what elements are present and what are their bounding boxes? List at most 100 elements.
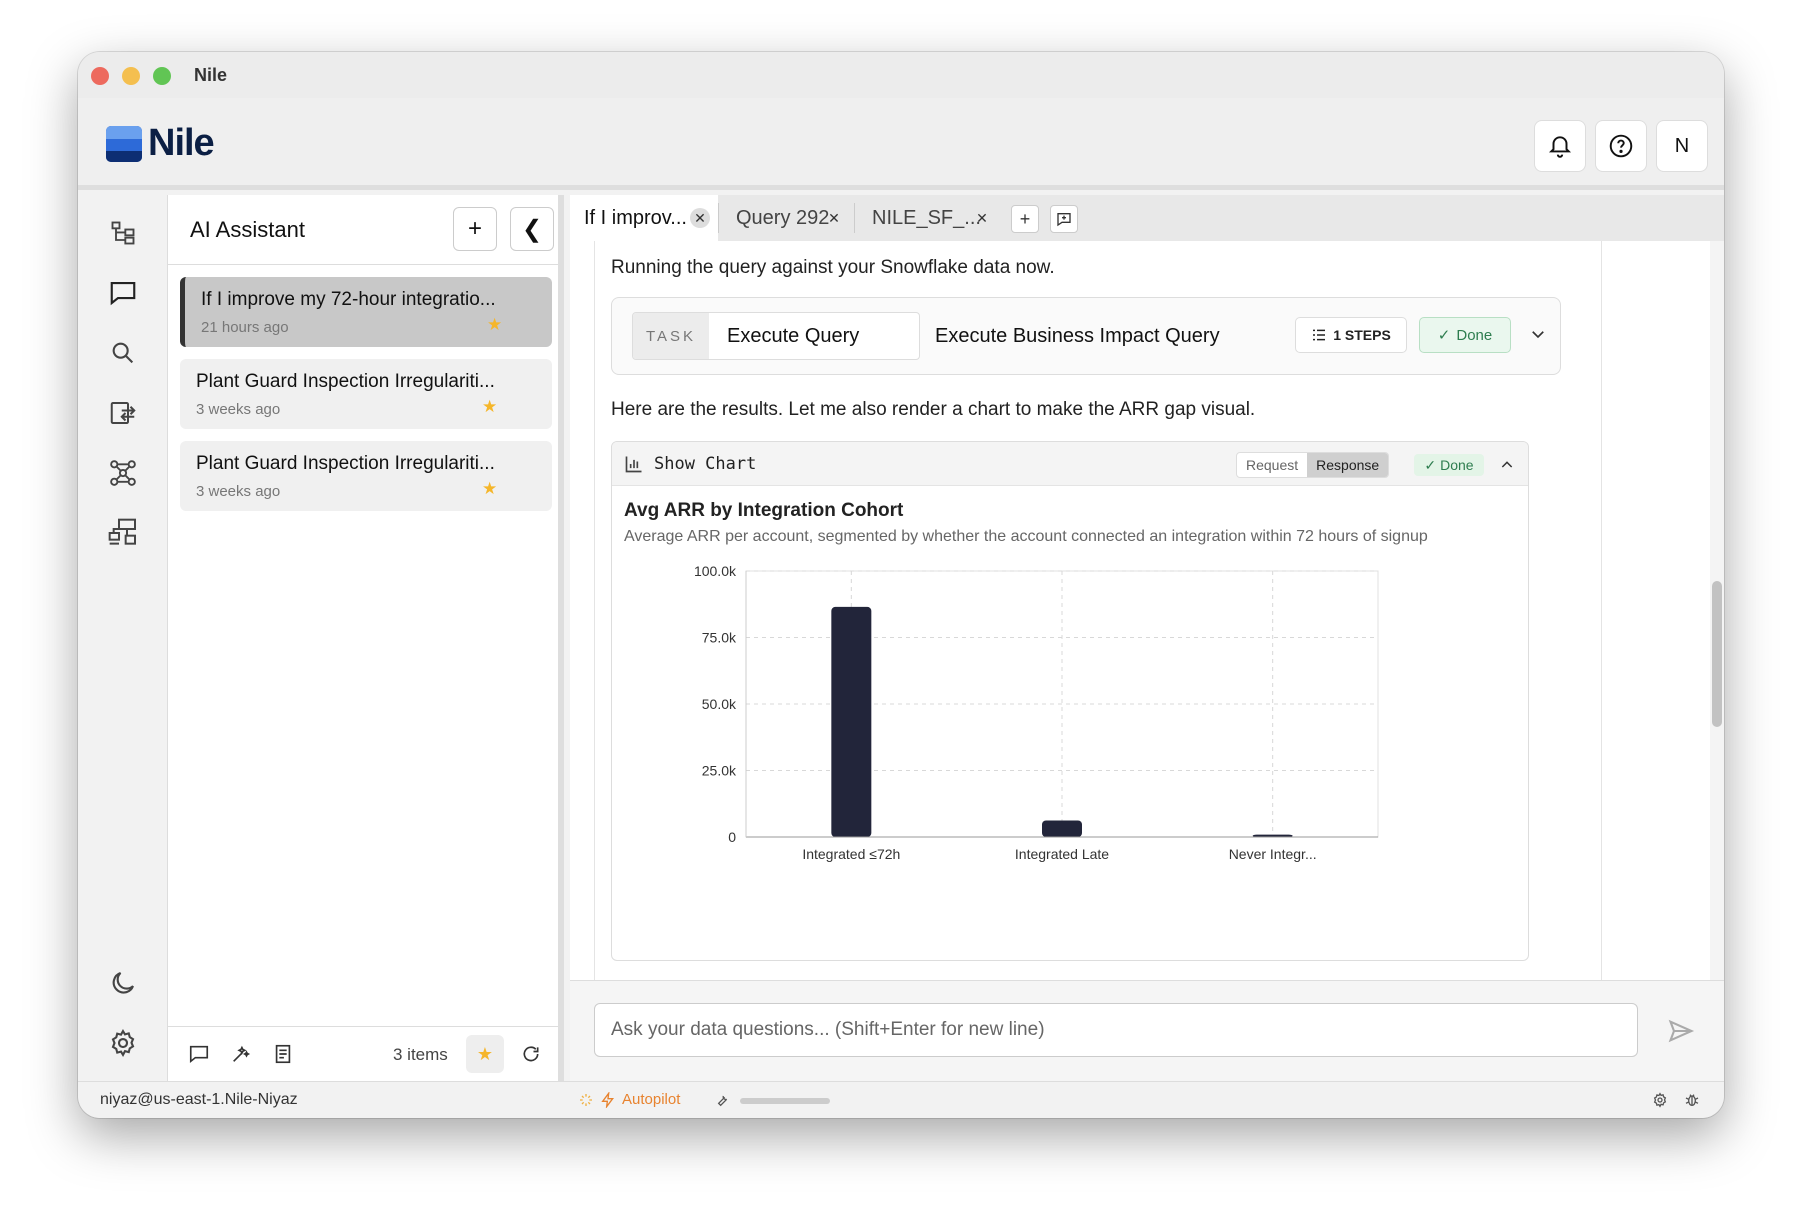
list-steps-icon <box>1313 329 1326 341</box>
scrollbar-thumb[interactable] <box>1712 581 1722 727</box>
send-button[interactable] <box>1659 1009 1703 1053</box>
bug-icon[interactable] <box>1684 1092 1700 1108</box>
notebook-icon[interactable] <box>270 1041 296 1067</box>
connection-user-host: niyaz@us-east-1.Nile-Niyaz <box>100 1091 298 1108</box>
chart-subtitle: Average ARR per account, segmented by wh… <box>624 528 1428 545</box>
response-tab[interactable]: Response <box>1307 453 1389 477</box>
sparkle-icon <box>580 1093 592 1106</box>
ai-assistant-panel: AI Assistant + ❮ If I improve my 72-hour… <box>168 195 564 1081</box>
autopilot-label: Autopilot <box>622 1091 681 1108</box>
expand-task-button[interactable] <box>1526 322 1550 346</box>
wrench-icon[interactable] <box>714 1092 730 1108</box>
conversation-title: Plant Guard Inspection Irregulariti... <box>196 453 495 474</box>
star-icon[interactable]: ★ <box>487 315 502 335</box>
y-tick-label: 0 <box>728 829 736 845</box>
network-graph-icon[interactable] <box>105 455 141 491</box>
task-label: TASK Execute Query <box>632 312 920 360</box>
conversation-time: 3 weeks ago <box>196 401 281 418</box>
help-button[interactable] <box>1595 120 1647 172</box>
user-avatar-button[interactable]: N <box>1656 120 1708 172</box>
zoom-window-button[interactable] <box>153 67 171 85</box>
status-label: Done <box>1440 457 1474 473</box>
steps-button[interactable]: 1 STEPS <box>1295 317 1407 353</box>
import-export-icon[interactable] <box>105 395 141 431</box>
minimize-window-button[interactable] <box>122 67 140 85</box>
collapse-chart-button[interactable] <box>1496 454 1518 476</box>
chat-filter-icon[interactable] <box>186 1041 212 1067</box>
x-tick-label: Integrated ≤72h <box>802 846 900 862</box>
sparkle-icon[interactable] <box>228 1041 254 1067</box>
star-icon: ★ <box>476 1043 494 1064</box>
close-window-button[interactable] <box>91 67 109 85</box>
request-response-toggle: Request Response <box>1236 452 1390 478</box>
lightning-icon <box>601 1091 614 1108</box>
notifications-button[interactable] <box>1534 120 1586 172</box>
tab-label: NILE_SF_... <box>872 206 981 229</box>
main-column: If I improv... ✕ Query 292 ✕ NILE_SF_...… <box>570 195 1724 1081</box>
starred-filter-button[interactable]: ★ <box>466 1035 504 1073</box>
close-tab-icon[interactable]: ✕ <box>824 208 844 228</box>
status-bar: niyaz@us-east-1.Nile-Niyaz Autopilot <box>78 1081 1724 1118</box>
chat-thread: Running the query against your Snowflake… <box>594 241 1602 980</box>
settings-small-icon[interactable] <box>1652 1092 1668 1108</box>
chat-input[interactable] <box>594 1003 1638 1057</box>
tab-divider <box>718 203 719 233</box>
refresh-icon[interactable] <box>518 1041 544 1067</box>
conversation-item[interactable]: If I improve my 72-hour integratio... 21… <box>180 277 552 347</box>
schema-tree-icon[interactable] <box>105 215 141 251</box>
collapse-panel-button[interactable]: ❮ <box>510 207 554 251</box>
title-bar: Nile <box>78 52 1724 98</box>
tab-conversation[interactable]: If I improv... ✕ <box>570 195 718 241</box>
conversation-time: 3 weeks ago <box>196 483 281 500</box>
app-window: Nile Nile N AI Assistant + ❮ If I improv… <box>78 52 1724 1118</box>
autopilot-toggle[interactable]: Autopilot <box>578 1091 680 1108</box>
star-icon[interactable]: ★ <box>482 479 497 499</box>
task-card: TASK Execute Query Execute Business Impa… <box>611 297 1561 375</box>
assistant-message: Here are the results. Let me also render… <box>611 399 1256 420</box>
x-tick-label: Integrated Late <box>1015 846 1109 862</box>
help-icon <box>1609 134 1633 158</box>
y-tick-label: 25.0k <box>702 763 737 779</box>
star-icon[interactable]: ★ <box>482 397 497 417</box>
new-tab-button[interactable]: + <box>1011 205 1039 233</box>
window-title: Nile <box>194 65 228 85</box>
bar <box>831 606 872 837</box>
tab-table[interactable]: NILE_SF_... ✕ <box>858 195 1004 241</box>
task-name: Execute Query <box>727 325 860 347</box>
tab-query[interactable]: Query 292 ✕ <box>722 195 848 241</box>
hierarchy-icon[interactable] <box>105 515 141 551</box>
conversation-item[interactable]: Plant Guard Inspection Irregulariti... 3… <box>180 359 552 429</box>
y-tick-label: 50.0k <box>702 696 737 712</box>
new-conversation-button[interactable]: + <box>453 207 497 251</box>
request-tab[interactable]: Request <box>1237 453 1307 477</box>
gear-icon[interactable] <box>105 1025 141 1061</box>
logo: Nile <box>106 122 215 165</box>
conversation-item[interactable]: Plant Guard Inspection Irregulariti... 3… <box>180 441 552 511</box>
task-tag: TASK <box>633 313 709 359</box>
y-tick-label: 100.0k <box>694 563 737 579</box>
chevron-down-icon <box>1532 331 1544 339</box>
moon-icon[interactable] <box>105 965 141 1001</box>
ai-panel-footer: 3 items ★ <box>168 1026 558 1081</box>
conversation-title: Plant Guard Inspection Irregulariti... <box>196 371 495 392</box>
chat-add-icon <box>1057 213 1071 227</box>
scrollbar[interactable] <box>1710 241 1724 980</box>
conversation-time: 21 hours ago <box>201 319 289 336</box>
chat-area: Running the query against your Snowflake… <box>570 241 1724 980</box>
bell-icon <box>1548 136 1572 158</box>
x-tick-label: Never Integr... <box>1229 846 1317 862</box>
tab-label: Query 292 <box>736 206 830 229</box>
ai-panel-title: AI Assistant <box>190 217 305 242</box>
logo-text: Nile <box>148 122 215 164</box>
new-chat-tab-button[interactable] <box>1050 205 1078 233</box>
items-count: 3 items <box>393 1045 448 1064</box>
logo-mark-icon <box>106 125 142 162</box>
close-tab-icon[interactable]: ✕ <box>972 208 992 228</box>
steps-label: 1 STEPS <box>1333 327 1391 343</box>
tab-bar: If I improv... ✕ Query 292 ✕ NILE_SF_...… <box>570 195 1724 241</box>
chat-icon[interactable] <box>105 275 141 311</box>
tool-name: Show Chart <box>654 454 757 474</box>
close-tab-icon[interactable]: ✕ <box>690 208 710 228</box>
search-icon[interactable] <box>105 335 141 371</box>
app-header: Nile N <box>78 98 1724 190</box>
